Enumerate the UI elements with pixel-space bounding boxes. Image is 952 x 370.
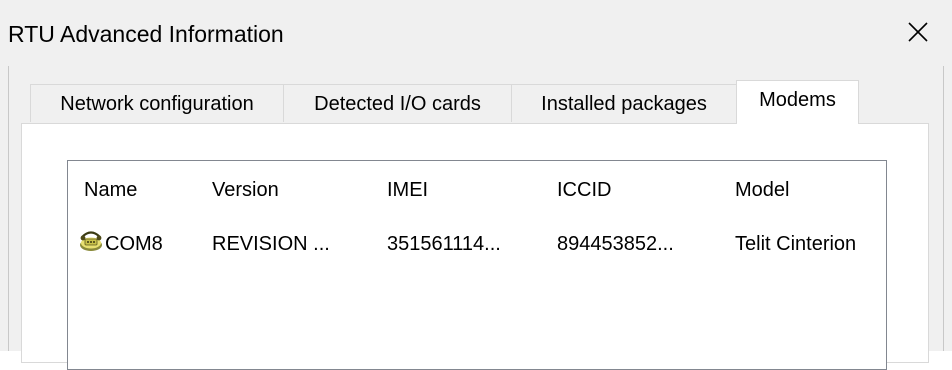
window-title: RTU Advanced Information bbox=[8, 21, 284, 47]
column-header-model[interactable]: Model bbox=[735, 176, 789, 204]
tab-network-configuration[interactable]: Network configuration bbox=[30, 84, 284, 122]
tab-installed-packages[interactable]: Installed packages bbox=[511, 84, 737, 122]
cell-imei: 351561114... bbox=[387, 233, 501, 255]
cell-model: Telit Cinterion bbox=[735, 233, 857, 255]
tab-modems[interactable]: Modems bbox=[736, 80, 859, 124]
cell-iccid: 894453852... bbox=[557, 233, 674, 255]
modem-icon bbox=[78, 228, 104, 254]
close-icon bbox=[907, 21, 929, 43]
column-header-imei[interactable]: IMEI bbox=[387, 176, 428, 204]
column-header-iccid[interactable]: ICCID bbox=[557, 176, 611, 204]
column-header-version[interactable]: Version bbox=[212, 176, 279, 204]
title-bar: RTU Advanced Information bbox=[0, 0, 952, 66]
column-header-name[interactable]: Name bbox=[84, 176, 137, 204]
cell-version: REVISION ... bbox=[212, 233, 330, 255]
close-button[interactable] bbox=[894, 10, 942, 54]
tab-detected-io-cards[interactable]: Detected I/O cards bbox=[283, 84, 512, 122]
dialog-right-border bbox=[943, 66, 944, 351]
cell-name: COM8 bbox=[105, 233, 163, 255]
dialog-left-border bbox=[8, 66, 9, 351]
rtu-advanced-information-dialog: RTU Advanced Information Network configu… bbox=[0, 0, 952, 370]
